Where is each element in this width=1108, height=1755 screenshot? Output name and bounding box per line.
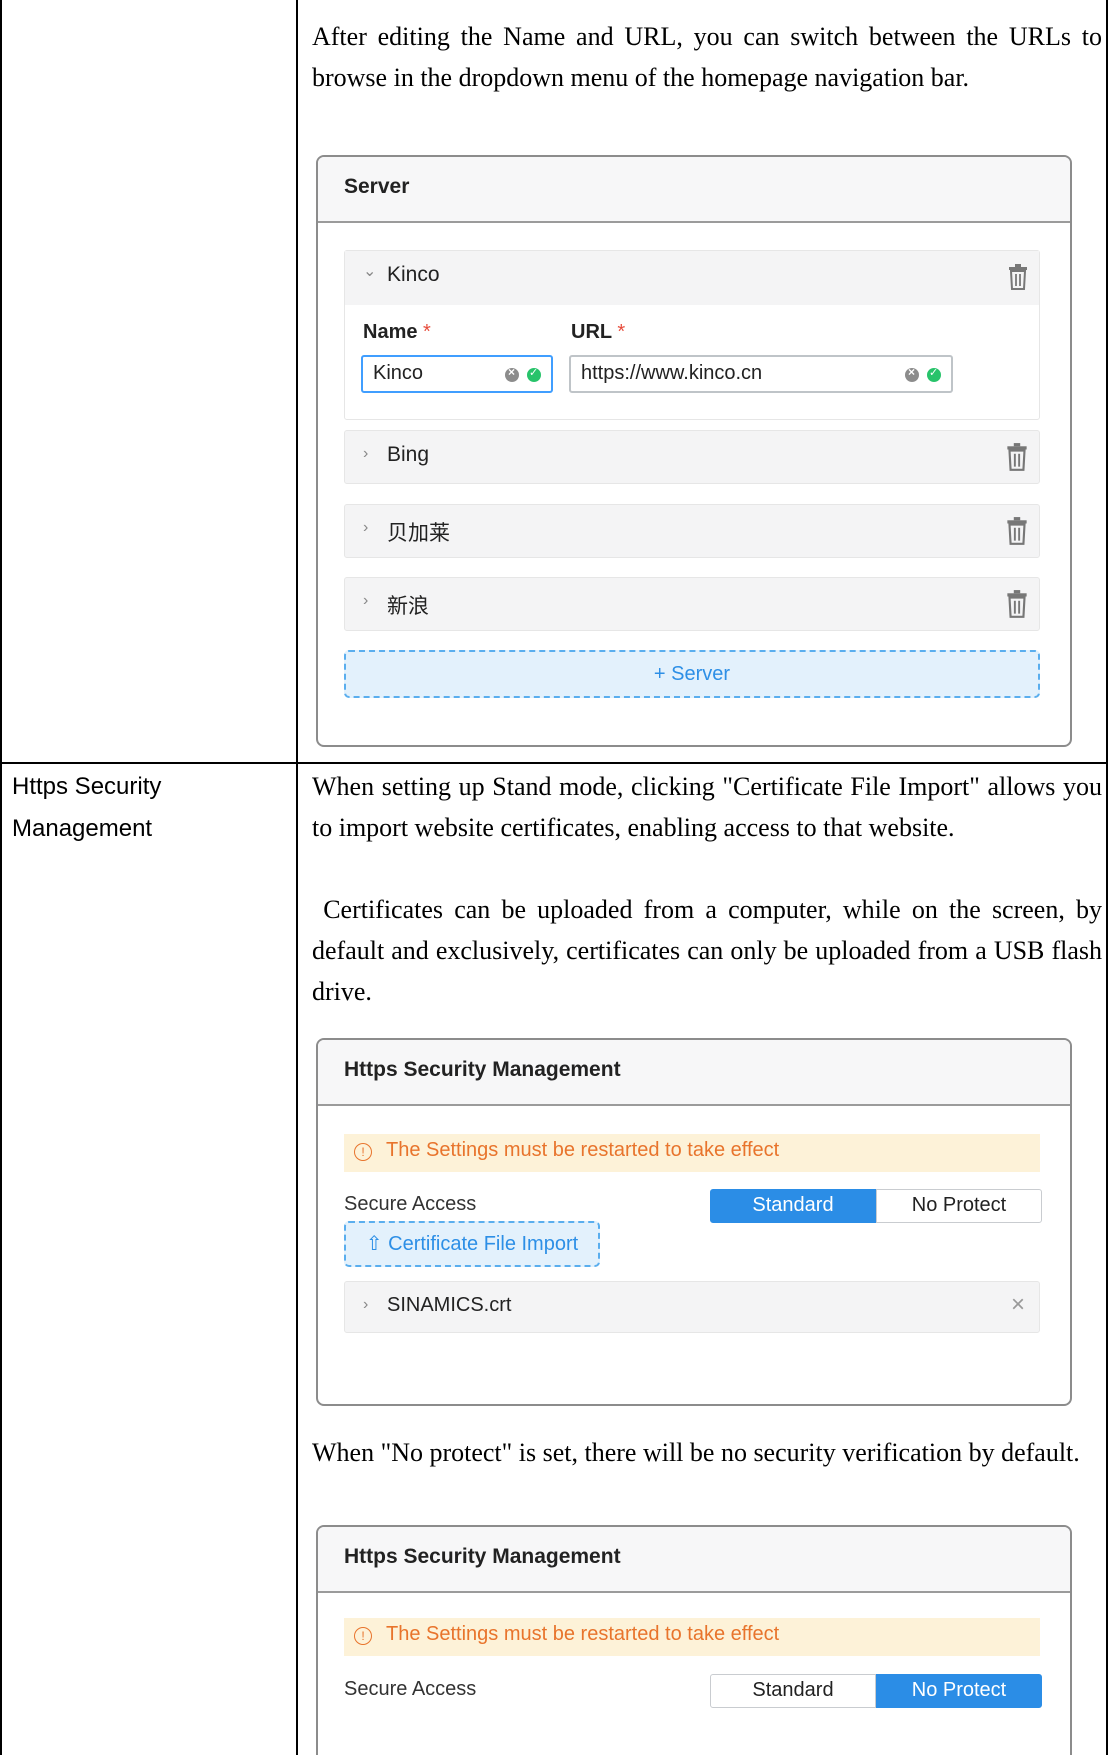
certificate-item[interactable]: › SINAMICS.crt × xyxy=(344,1281,1040,1333)
clear-icon[interactable] xyxy=(905,365,919,382)
https-panel-title: Https Security Management xyxy=(344,1545,621,1568)
server-item-bjl[interactable]: › 贝加莱 xyxy=(344,504,1040,558)
url-input-value: https://www.kinco.cn xyxy=(581,362,763,384)
https-panel-header: Https Security Management xyxy=(318,1040,1070,1106)
server-item-kinco-header[interactable]: ⌄ Kinco xyxy=(345,251,1039,305)
name-input-value: Kinco xyxy=(373,362,424,384)
url-field-label: URL * xyxy=(571,321,626,343)
name-input[interactable]: Kinco xyxy=(361,355,553,393)
check-circle-icon xyxy=(927,366,941,382)
restart-warning: ! The Settings must be restarted to take… xyxy=(344,1134,1040,1172)
info-icon: ! xyxy=(354,1627,372,1645)
name-field-label: Name * xyxy=(363,321,431,343)
restart-warning-text: The Settings must be restarted to take e… xyxy=(386,1139,780,1161)
restart-warning: ! The Settings must be restarted to take… xyxy=(344,1618,1040,1656)
table-row-divider xyxy=(0,762,1108,764)
table-column-divider xyxy=(296,0,298,1755)
required-mark: * xyxy=(617,321,626,343)
server-item-label: 贝加莱 xyxy=(387,522,450,545)
trash-icon[interactable] xyxy=(1007,263,1029,291)
secure-access-label: Secure Access xyxy=(344,1193,477,1215)
trash-icon[interactable] xyxy=(1005,442,1029,472)
row-label-line1: Https Security xyxy=(12,773,162,800)
server-item-label: 新浪 xyxy=(387,595,429,618)
chevron-right-icon: › xyxy=(363,1296,369,1313)
server-item-label: Kinco xyxy=(387,263,440,286)
server-item-label: Bing xyxy=(387,443,430,466)
restart-warning-text: The Settings must be restarted to take e… xyxy=(386,1623,780,1645)
https-panel-standard: Https Security Management ! The Settings… xyxy=(316,1038,1072,1406)
chevron-right-icon: › xyxy=(363,592,369,609)
server-panel-header: Server xyxy=(318,157,1070,223)
standard-option[interactable]: Standard xyxy=(710,1674,876,1708)
server-item-kinco: ⌄ Kinco Name * URL * Kinco × ✓ https://w… xyxy=(344,250,1040,420)
certificate-name: SINAMICS.crt xyxy=(387,1294,512,1316)
info-icon: ! xyxy=(354,1143,372,1161)
add-server-button[interactable]: + Server xyxy=(344,650,1040,698)
standard-option[interactable]: Standard xyxy=(710,1189,876,1223)
table-border-left xyxy=(0,0,2,1755)
close-icon[interactable]: × xyxy=(1011,1291,1025,1319)
https-description-2: Certificates can be uploaded from a comp… xyxy=(312,895,1108,1006)
row-label-line2: Management xyxy=(12,815,153,842)
certificate-import-button[interactable]: ⇧ Certificate File Import xyxy=(344,1221,600,1267)
https-description-1: When setting up Stand mode, clicking "Ce… xyxy=(312,772,1102,842)
trash-icon[interactable] xyxy=(1005,516,1029,546)
no-protect-option[interactable]: No Protect xyxy=(876,1674,1042,1708)
server-item-bing[interactable]: › Bing xyxy=(344,430,1040,484)
document-table: After editing the Name and URL, you can … xyxy=(0,0,1108,1755)
chevron-right-icon: › xyxy=(363,445,369,462)
secure-access-label: Secure Access xyxy=(344,1678,477,1700)
required-mark: * xyxy=(423,321,431,343)
server-item-sina[interactable]: › 新浪 xyxy=(344,577,1040,631)
https-description-3: When "No protect" is set, there will be … xyxy=(312,1438,1080,1467)
clear-icon[interactable] xyxy=(505,365,519,382)
server-panel-title: Server xyxy=(344,175,410,198)
check-circle-icon xyxy=(527,366,541,382)
no-protect-option[interactable]: No Protect xyxy=(876,1189,1042,1223)
server-panel: Server ⌄ Kinco Name * URL * Kinco × ✓ ht… xyxy=(316,155,1072,747)
https-panel-title: Https Security Management xyxy=(344,1058,621,1081)
chevron-right-icon: › xyxy=(363,519,369,536)
trash-icon[interactable] xyxy=(1005,589,1029,619)
server-description: After editing the Name and URL, you can … xyxy=(312,22,1102,92)
url-input[interactable]: https://www.kinco.cn xyxy=(569,355,953,393)
https-panel-no-protect: Https Security Management ! The Settings… xyxy=(316,1525,1072,1755)
chevron-down-icon: ⌄ xyxy=(363,263,377,280)
https-panel-header: Https Security Management xyxy=(318,1527,1070,1593)
